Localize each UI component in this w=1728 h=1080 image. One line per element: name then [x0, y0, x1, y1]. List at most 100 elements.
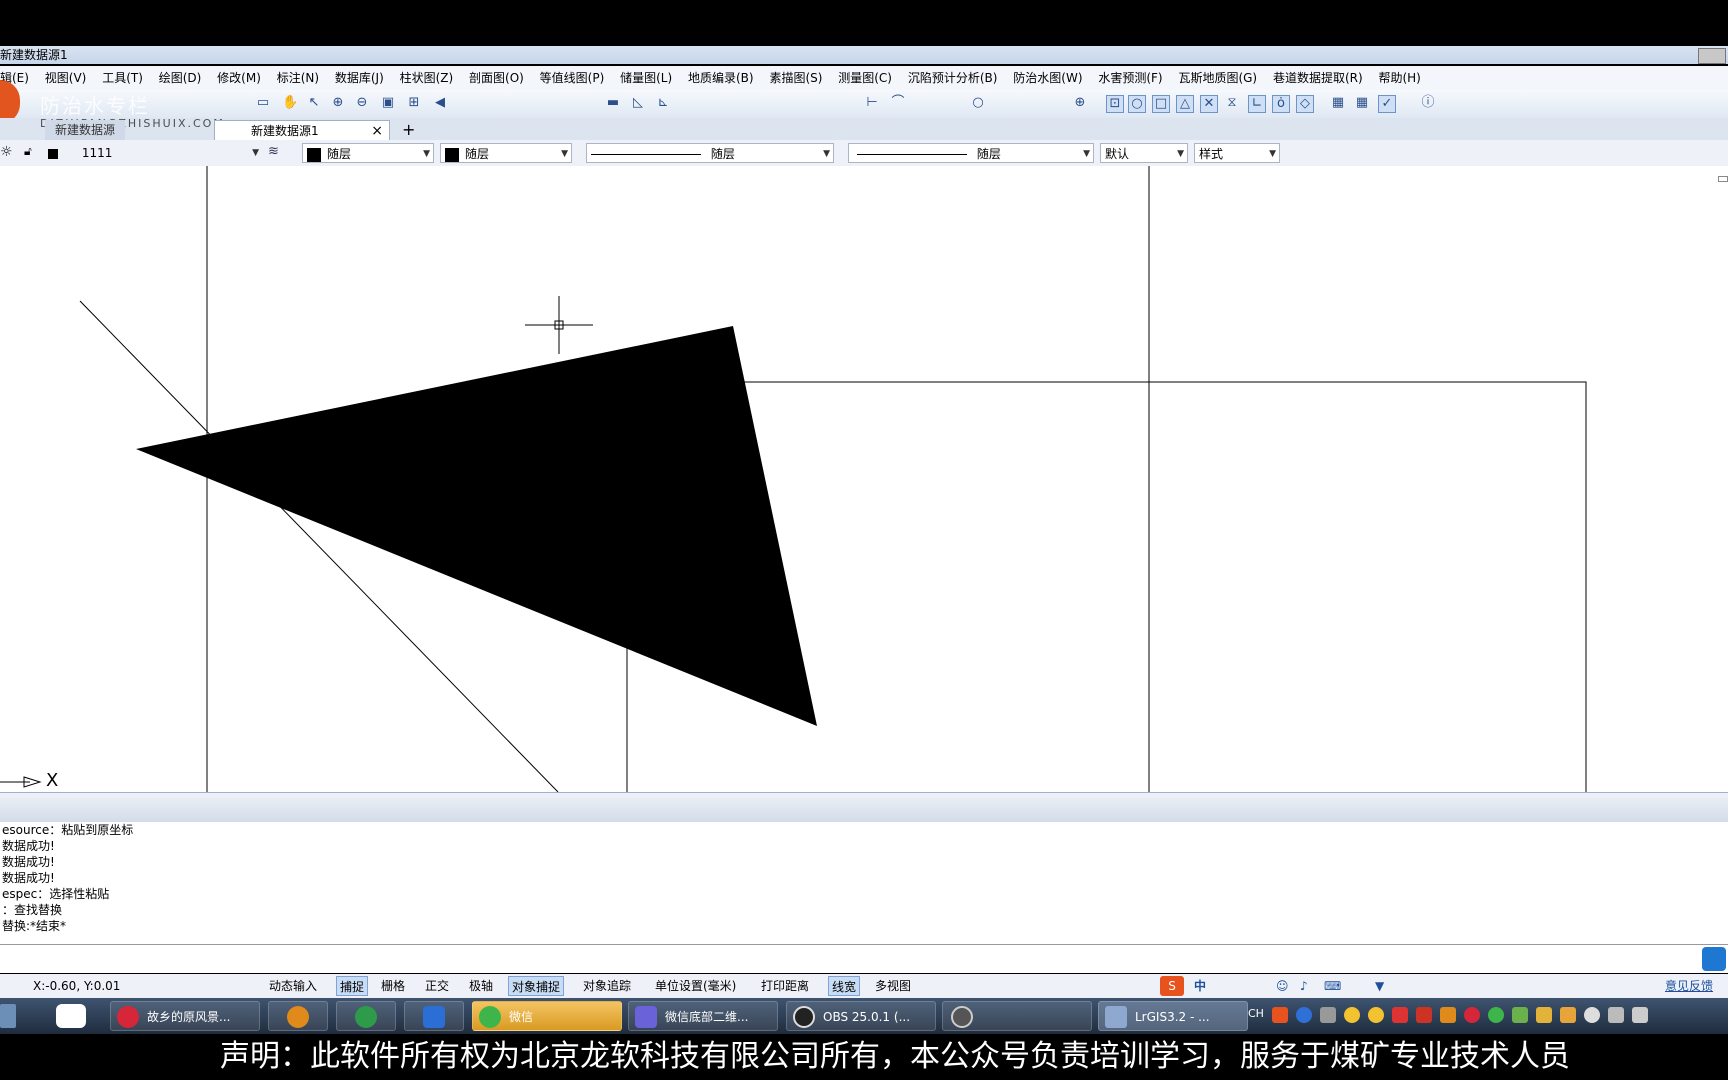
snap-triangle-icon[interactable]: △ — [1176, 95, 1194, 113]
scale-icon[interactable]: ⊞ — [406, 95, 422, 111]
emoji-icon[interactable]: ☺ — [1276, 974, 1289, 998]
toggle-lineweight[interactable]: 线宽 — [828, 976, 861, 996]
linetype-select-2[interactable]: 随层 ▼ — [848, 143, 1094, 163]
menu-gas-geology[interactable]: 瓦斯地质图(G) — [1178, 71, 1257, 85]
ime-mode[interactable]: 中 — [1194, 974, 1206, 998]
layer-manager-icon[interactable]: ≋ — [268, 144, 279, 159]
tray-wechat-icon[interactable] — [1488, 1007, 1504, 1023]
menu-column-chart[interactable]: 柱状图(Z) — [400, 71, 454, 85]
toggle-multi-view[interactable]: 多视图 — [872, 976, 914, 996]
tray-qq-icon[interactable] — [1344, 1007, 1360, 1023]
menu-section[interactable]: 剖面图(O) — [469, 71, 524, 85]
panel-handle-icon[interactable] — [1718, 176, 1728, 182]
keyboard-icon[interactable]: ⌨ — [1324, 974, 1341, 998]
line-tool-icon[interactable]: ▬ — [605, 95, 621, 111]
new-tab-button[interactable]: + — [392, 120, 425, 140]
feedback-link[interactable]: 意见反馈 — [1665, 974, 1713, 998]
snap-circle-icon[interactable]: ○ — [1128, 95, 1146, 113]
layer-visible-icon[interactable]: ☼ — [0, 144, 13, 160]
tray-app-icon[interactable] — [1416, 1007, 1432, 1023]
snap-extension-icon[interactable]: ⧖ — [1224, 95, 1240, 111]
task-chrome[interactable] — [336, 1001, 396, 1031]
tray-display-icon[interactable] — [1608, 1007, 1624, 1023]
grid-icon[interactable]: ▦ — [1330, 95, 1346, 111]
polyline-icon[interactable]: ⌒ — [890, 95, 906, 111]
menu-view[interactable]: 视图(V) — [45, 71, 87, 85]
task-search[interactable] — [268, 1001, 328, 1031]
menu-sketch[interactable]: 素描图(S) — [769, 71, 822, 85]
command-splitter[interactable] — [0, 792, 1728, 823]
drawing-canvas[interactable]: X — [0, 166, 1728, 793]
print-distance[interactable]: 打印距离 — [758, 976, 812, 996]
baidu-cloud-icon[interactable] — [1702, 947, 1726, 971]
lock-icon[interactable]: ▣ — [380, 95, 396, 111]
task-wps[interactable] — [404, 1001, 464, 1031]
toggle-grid[interactable]: 栅格 — [378, 976, 408, 996]
menu-roadway-extract[interactable]: 巷道数据提取(R) — [1273, 71, 1363, 85]
zoom-window-icon[interactable]: ▭ — [255, 95, 271, 111]
default-select[interactable]: 默认 ▼ — [1100, 143, 1188, 163]
window-buttons[interactable] — [1698, 48, 1726, 64]
tray-language[interactable]: CH — [1248, 1007, 1264, 1020]
toggle-dynamic-input[interactable]: 动态输入 — [266, 976, 320, 996]
tray-sogou-icon[interactable] — [1272, 1007, 1288, 1023]
pan-hand-icon[interactable]: ✋ — [282, 95, 298, 111]
layer-select[interactable]: 1111 ▼ — [44, 143, 262, 163]
menu-contour[interactable]: 等值线图(P) — [540, 71, 605, 85]
zoom-out-icon[interactable]: ⊖ — [354, 95, 370, 111]
info-icon[interactable]: ⓘ — [1420, 95, 1436, 111]
grid2-icon[interactable]: ▦ — [1354, 95, 1370, 111]
dimension-icon[interactable]: ⊢ — [864, 95, 880, 111]
zoom-in-icon[interactable]: ⊕ — [330, 95, 346, 111]
snap-square-icon[interactable]: □ — [1152, 95, 1170, 113]
menu-survey[interactable]: 测量图(C) — [838, 71, 892, 85]
toggle-object-snap[interactable]: 对象捕捉 — [508, 976, 565, 996]
toggle-object-track[interactable]: 对象追踪 — [580, 976, 634, 996]
tray-search-icon[interactable] — [1440, 1007, 1456, 1023]
target-icon[interactable]: ⊕ — [1072, 95, 1088, 111]
tray-security-icon[interactable] — [1392, 1007, 1408, 1023]
sogou-ime-icon[interactable]: S — [1160, 976, 1184, 996]
snap-tangent-icon[interactable]: ȯ — [1272, 95, 1290, 113]
tray-cloud-icon[interactable] — [1584, 1007, 1600, 1023]
task-music[interactable]: 故乡的原风景... — [110, 1001, 260, 1031]
menu-subsidence[interactable]: 沉陷预计分析(B) — [908, 71, 998, 85]
menu-dimension[interactable]: 标注(N) — [277, 71, 319, 85]
tray-shield-icon[interactable] — [1536, 1007, 1552, 1023]
select-arrow-icon[interactable]: ↖ — [306, 95, 322, 111]
toggle-polar[interactable]: 极轴 — [466, 976, 496, 996]
mic-icon[interactable]: ♪ — [1300, 974, 1308, 998]
snap-perpendicular-icon[interactable]: ∟ — [1248, 95, 1266, 113]
menu-geologic-log[interactable]: 地质编录(B) — [688, 71, 754, 85]
snap-intersection-icon[interactable]: ✕ — [1200, 95, 1218, 113]
color-select-1[interactable]: 随层 ▼ — [302, 143, 434, 163]
skin-icon[interactable]: ▼ — [1375, 974, 1384, 998]
task-wechat-qr[interactable]: 微信底部二维... — [628, 1001, 778, 1031]
tab-data-source[interactable]: 新建数据源 — [45, 120, 126, 140]
tray-qq2-icon[interactable] — [1368, 1007, 1384, 1023]
angle-tool-icon[interactable]: ◺ — [630, 95, 646, 111]
menu-modify[interactable]: 修改(M) — [217, 71, 261, 85]
toggle-ortho[interactable]: 正交 — [422, 976, 452, 996]
layer-lock-icon[interactable]: 🔓︎ — [24, 144, 32, 159]
measure-icon[interactable]: ⊾ — [655, 95, 671, 111]
style-select[interactable]: 样式 ▼ — [1194, 143, 1280, 163]
start-orb-icon[interactable] — [0, 1004, 16, 1028]
menu-water-hazard[interactable]: 水害预测(F) — [1098, 71, 1162, 85]
menu-water-control[interactable]: 防治水图(W) — [1013, 71, 1082, 85]
snap-diamond-icon[interactable]: ◇ — [1296, 95, 1314, 113]
close-tab-icon[interactable]: × — [371, 121, 383, 141]
task-video[interactable] — [942, 1001, 1092, 1031]
menu-reserves[interactable]: 储量图(L) — [620, 71, 672, 85]
tray-volume-icon[interactable] — [1632, 1007, 1648, 1023]
check-icon[interactable]: ✓ — [1378, 95, 1396, 113]
menu-help[interactable]: 帮助(H) — [1378, 71, 1420, 85]
toggle-snap[interactable]: 捕捉 — [336, 976, 369, 996]
menu-database[interactable]: 数据库(J) — [335, 71, 384, 85]
tray-help-icon[interactable] — [1296, 1007, 1312, 1023]
tab-data-source-1[interactable]: 新建数据源1 × — [214, 120, 390, 140]
circle-tool-icon[interactable]: ○ — [970, 95, 986, 111]
back-icon[interactable]: ◀ — [432, 95, 448, 111]
tray-music-icon[interactable] — [1464, 1007, 1480, 1023]
snap-endpoint-icon[interactable]: ⊡ — [1106, 95, 1124, 113]
